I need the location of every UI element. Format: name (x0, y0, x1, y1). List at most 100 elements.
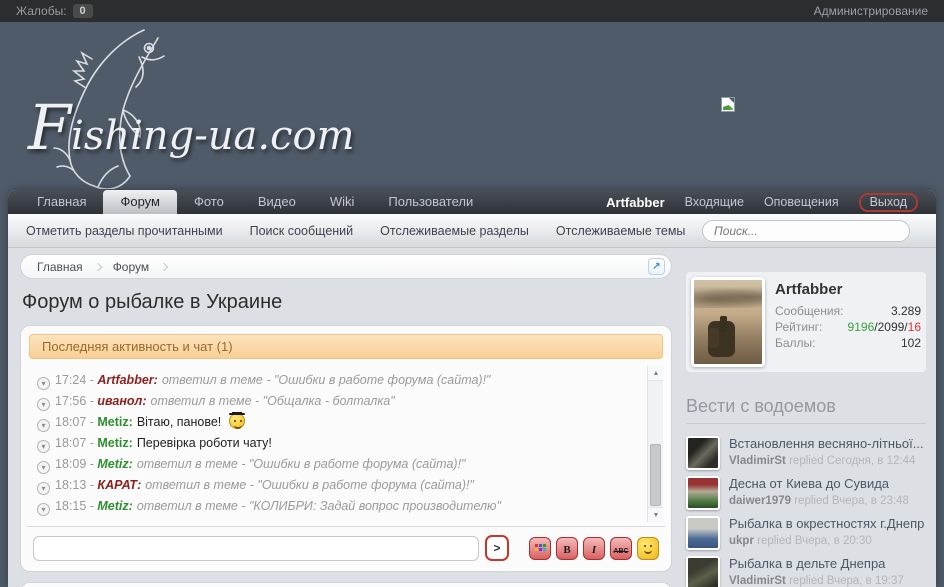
messages-stat: Сообщения: 3.289 (775, 303, 921, 319)
current-user-link[interactable]: Artfabber (606, 195, 665, 210)
strike-button[interactable]: ABC (610, 537, 632, 560)
chat-message: 18:13КАРАТ ответил в теме - "Ошибки в раб… (37, 475, 639, 496)
complaints-count-badge[interactable]: 0 (73, 4, 93, 18)
expand-message-icon[interactable] (37, 398, 50, 411)
topic-title-link[interactable]: Рыбалка в окрестностях г.Днепр (729, 516, 924, 531)
chevron-right-icon (160, 262, 168, 270)
user-avatar[interactable] (691, 277, 765, 367)
bold-button[interactable]: B (556, 537, 578, 560)
message-text: ответил в теме - "Общалка - болталка" (151, 394, 395, 408)
chat-message: 17:24Artfabber ответил в теме - "Ошибки в… (37, 370, 639, 391)
open-in-new-icon[interactable] (648, 258, 665, 275)
chat-message-list: 17:24Artfabber ответил в теме - "Ошибки в… (29, 366, 663, 522)
chat-message: 17:56иванол ответил в теме - "Общалка - б… (37, 391, 639, 412)
subnav-link[interactable]: Отслеживаемые темы (556, 224, 686, 238)
subnav-link[interactable]: Отслеживаемые разделы (380, 224, 529, 238)
alerts-link[interactable]: Оповещения (764, 195, 839, 209)
nav-tab[interactable]: Фото (177, 190, 241, 214)
inbox-link[interactable]: Входящие (685, 195, 744, 209)
breadcrumb-link[interactable]: Форум (113, 260, 149, 274)
topic-title-link[interactable]: Рыбалка в дельте Днепра (729, 556, 904, 571)
chevron-right-icon (93, 262, 101, 270)
next-forum-panel (20, 582, 672, 587)
scroll-up-icon[interactable] (648, 366, 663, 381)
message-author-link[interactable]: Metiz (97, 436, 128, 450)
expand-message-icon[interactable] (37, 419, 50, 432)
italic-button[interactable]: I (583, 537, 605, 560)
message-text: Вітаю, панове! (137, 415, 221, 429)
chat-message: 18:07Metiz Вітаю, панове! (37, 412, 639, 433)
topic-thumbnail (686, 556, 720, 587)
chat-format-toolbar: B I ABC (529, 537, 659, 560)
message-author-link[interactable]: Metiz (97, 457, 128, 471)
subnav-link[interactable]: Отметить разделы прочитанными (26, 224, 223, 238)
topic-title-link[interactable]: Встановлення весняно-літньої... (729, 436, 924, 451)
waterbody-news-title: Вести с водоемов (686, 396, 926, 424)
nav-tab[interactable]: Форум (103, 190, 177, 214)
expand-message-icon[interactable] (37, 377, 50, 390)
message-time: 17:56 (55, 394, 97, 408)
chat-message-input[interactable] (33, 536, 479, 561)
message-author-link[interactable]: КАРАТ (97, 478, 137, 492)
expand-message-icon[interactable] (37, 461, 50, 474)
profile-username[interactable]: Artfabber (775, 281, 921, 298)
message-text: ответил в теме - "Ошибки в работе форума… (162, 373, 491, 387)
topic-thumbnail (686, 476, 720, 510)
message-author-link[interactable]: Metiz (97, 499, 128, 513)
message-text: ответил в теме - "Ошибки в работе форума… (145, 478, 474, 492)
forum-page: Жалобы: 0 Администрирование Fishing-ua.c… (0, 0, 944, 587)
message-time: 18:09 (55, 457, 97, 471)
broken-image-icon (721, 97, 735, 112)
waterbody-news-list: Встановлення весняно-літньої... Vladimir… (686, 436, 926, 587)
chat-input-row: > B I ABC (29, 535, 663, 563)
nav-tab[interactable]: Главная (20, 190, 103, 214)
nav-tab[interactable]: Пользователи (371, 190, 490, 214)
main-column: Главная Форум Форум о рыбалке в Украине … (20, 248, 672, 587)
message-author-link[interactable]: Artfabber (97, 373, 153, 387)
user-profile-card: Artfabber Сообщения: 3.289 Рейтинг: 9196… (686, 272, 926, 372)
administration-link[interactable]: Администрирование (814, 4, 928, 18)
chat-message: 18:09Metiz ответил в теме - "Ошибки в раб… (37, 454, 639, 475)
message-time: 18:13 (55, 478, 97, 492)
nav-tab[interactable]: Wiki (313, 190, 372, 214)
expand-message-icon[interactable] (37, 482, 50, 495)
search-input[interactable] (702, 220, 910, 242)
news-list-item[interactable]: Рыбалка в дельте Днепра VladimirSt repli… (686, 556, 926, 587)
message-time: 17:24 (55, 373, 97, 387)
color-palette-button[interactable] (529, 537, 551, 560)
expand-message-icon[interactable] (37, 440, 50, 453)
news-list-item[interactable]: Рыбалка в окрестностях г.Днепр ukpr repl… (686, 516, 926, 550)
news-list-item[interactable]: Десна от Киева до Сувида daiwer1979 repl… (686, 476, 926, 510)
scrollbar-thumb[interactable] (650, 444, 661, 506)
expand-message-icon[interactable] (37, 503, 50, 516)
logout-button[interactable]: Выход (859, 193, 918, 212)
message-author-link[interactable]: иванол (97, 394, 142, 408)
topic-title-link[interactable]: Десна от Киева до Сувида (729, 476, 909, 491)
topic-last-reply: ukpr replied Вчера, в 20:30 (729, 535, 872, 547)
search-area (702, 220, 910, 242)
page-title: Форум о рыбалке в Украине (22, 291, 672, 313)
message-time: 18:07 (55, 415, 97, 429)
topic-last-reply: daiwer1979 replied Вчера, в 23:48 (729, 495, 909, 507)
smiley-button[interactable] (637, 537, 659, 560)
topic-last-reply: VladimirSt replied Сегодня, в 12:44 (729, 455, 915, 467)
breadcrumb-link[interactable]: Главная (37, 260, 83, 274)
message-text: ответил в теме - "Ошибки в работе форума… (137, 457, 466, 471)
news-list-item[interactable]: Встановлення весняно-літньої... Vladimir… (686, 436, 926, 470)
nav-tabs: Главная Форум Фото Видео Wiki Пользовате… (20, 190, 490, 214)
nav-tab[interactable]: Видео (241, 190, 313, 214)
chat-panel-header[interactable]: Последняя активность и чат (1) (29, 334, 663, 359)
message-time: 18:15 (55, 499, 97, 513)
rating-stat: Рейтинг: 9196209916 (775, 319, 921, 335)
breadcrumb-items: Главная Форум (37, 260, 179, 274)
scroll-down-icon[interactable] (648, 507, 663, 522)
site-logo-text[interactable]: Fishing-ua.com (28, 96, 355, 168)
send-chat-button[interactable]: > (485, 535, 509, 561)
subnav-link[interactable]: Поиск сообщений (250, 224, 354, 238)
topic-thumbnail (686, 516, 720, 550)
breadcrumb: Главная Форум (20, 254, 672, 279)
chat-scrollbar[interactable] (647, 366, 663, 522)
points-stat: Баллы: 102 (775, 335, 921, 351)
message-author-link[interactable]: Metiz (97, 415, 128, 429)
topic-thumbnail (686, 436, 720, 470)
